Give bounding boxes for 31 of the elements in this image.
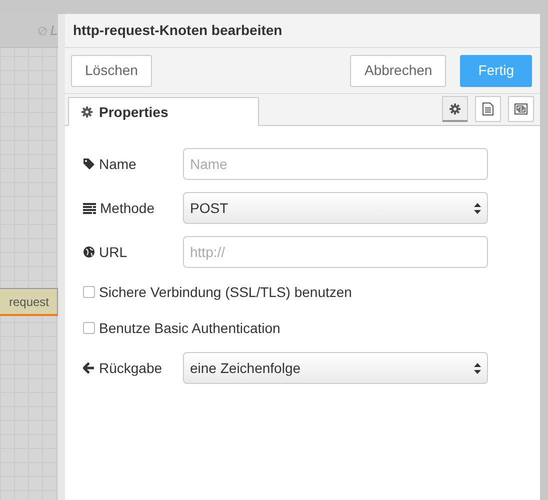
field-label: Rückgabe (99, 358, 162, 378)
select-field[interactable]: POST (183, 192, 488, 224)
checkbox[interactable] (83, 322, 95, 334)
tag-icon (83, 158, 95, 170)
checkbox[interactable] (83, 286, 95, 298)
field-label: Methode (100, 198, 154, 218)
dialog-button[interactable]: Abbrechen (350, 54, 446, 86)
dialog-button[interactable]: Löschen (71, 54, 152, 86)
settings-button[interactable] (442, 96, 468, 122)
select-arrows-icon (474, 202, 481, 214)
gear-icon (449, 102, 461, 114)
field-label: URL (99, 242, 128, 262)
globe-icon (83, 246, 95, 258)
document-button[interactable] (475, 96, 501, 122)
field-label: Name (99, 154, 136, 174)
disabled-icon (38, 24, 48, 36)
select-arrows-icon (474, 362, 481, 374)
arrow-left-icon (83, 362, 95, 374)
frame-icon (513, 102, 529, 116)
document-icon (482, 102, 494, 116)
frame-button[interactable] (508, 96, 534, 122)
checkbox-label: Benutze Basic Authentication (99, 318, 280, 338)
list-icon (83, 202, 96, 214)
input-field[interactable]: Name (183, 148, 488, 180)
input-field[interactable]: http:// (183, 236, 488, 268)
properties-tab[interactable]: Properties (68, 97, 259, 126)
checkbox-label: Sichere Verbindung (SSL/TLS) benutzen (99, 282, 352, 302)
dialog-title: http-request-Knoten bearbeiten (73, 21, 282, 40)
gear-icon (81, 106, 93, 118)
select-field[interactable]: eine Zeichenfolge (183, 352, 488, 384)
flow-node[interactable]: request (0, 288, 58, 316)
